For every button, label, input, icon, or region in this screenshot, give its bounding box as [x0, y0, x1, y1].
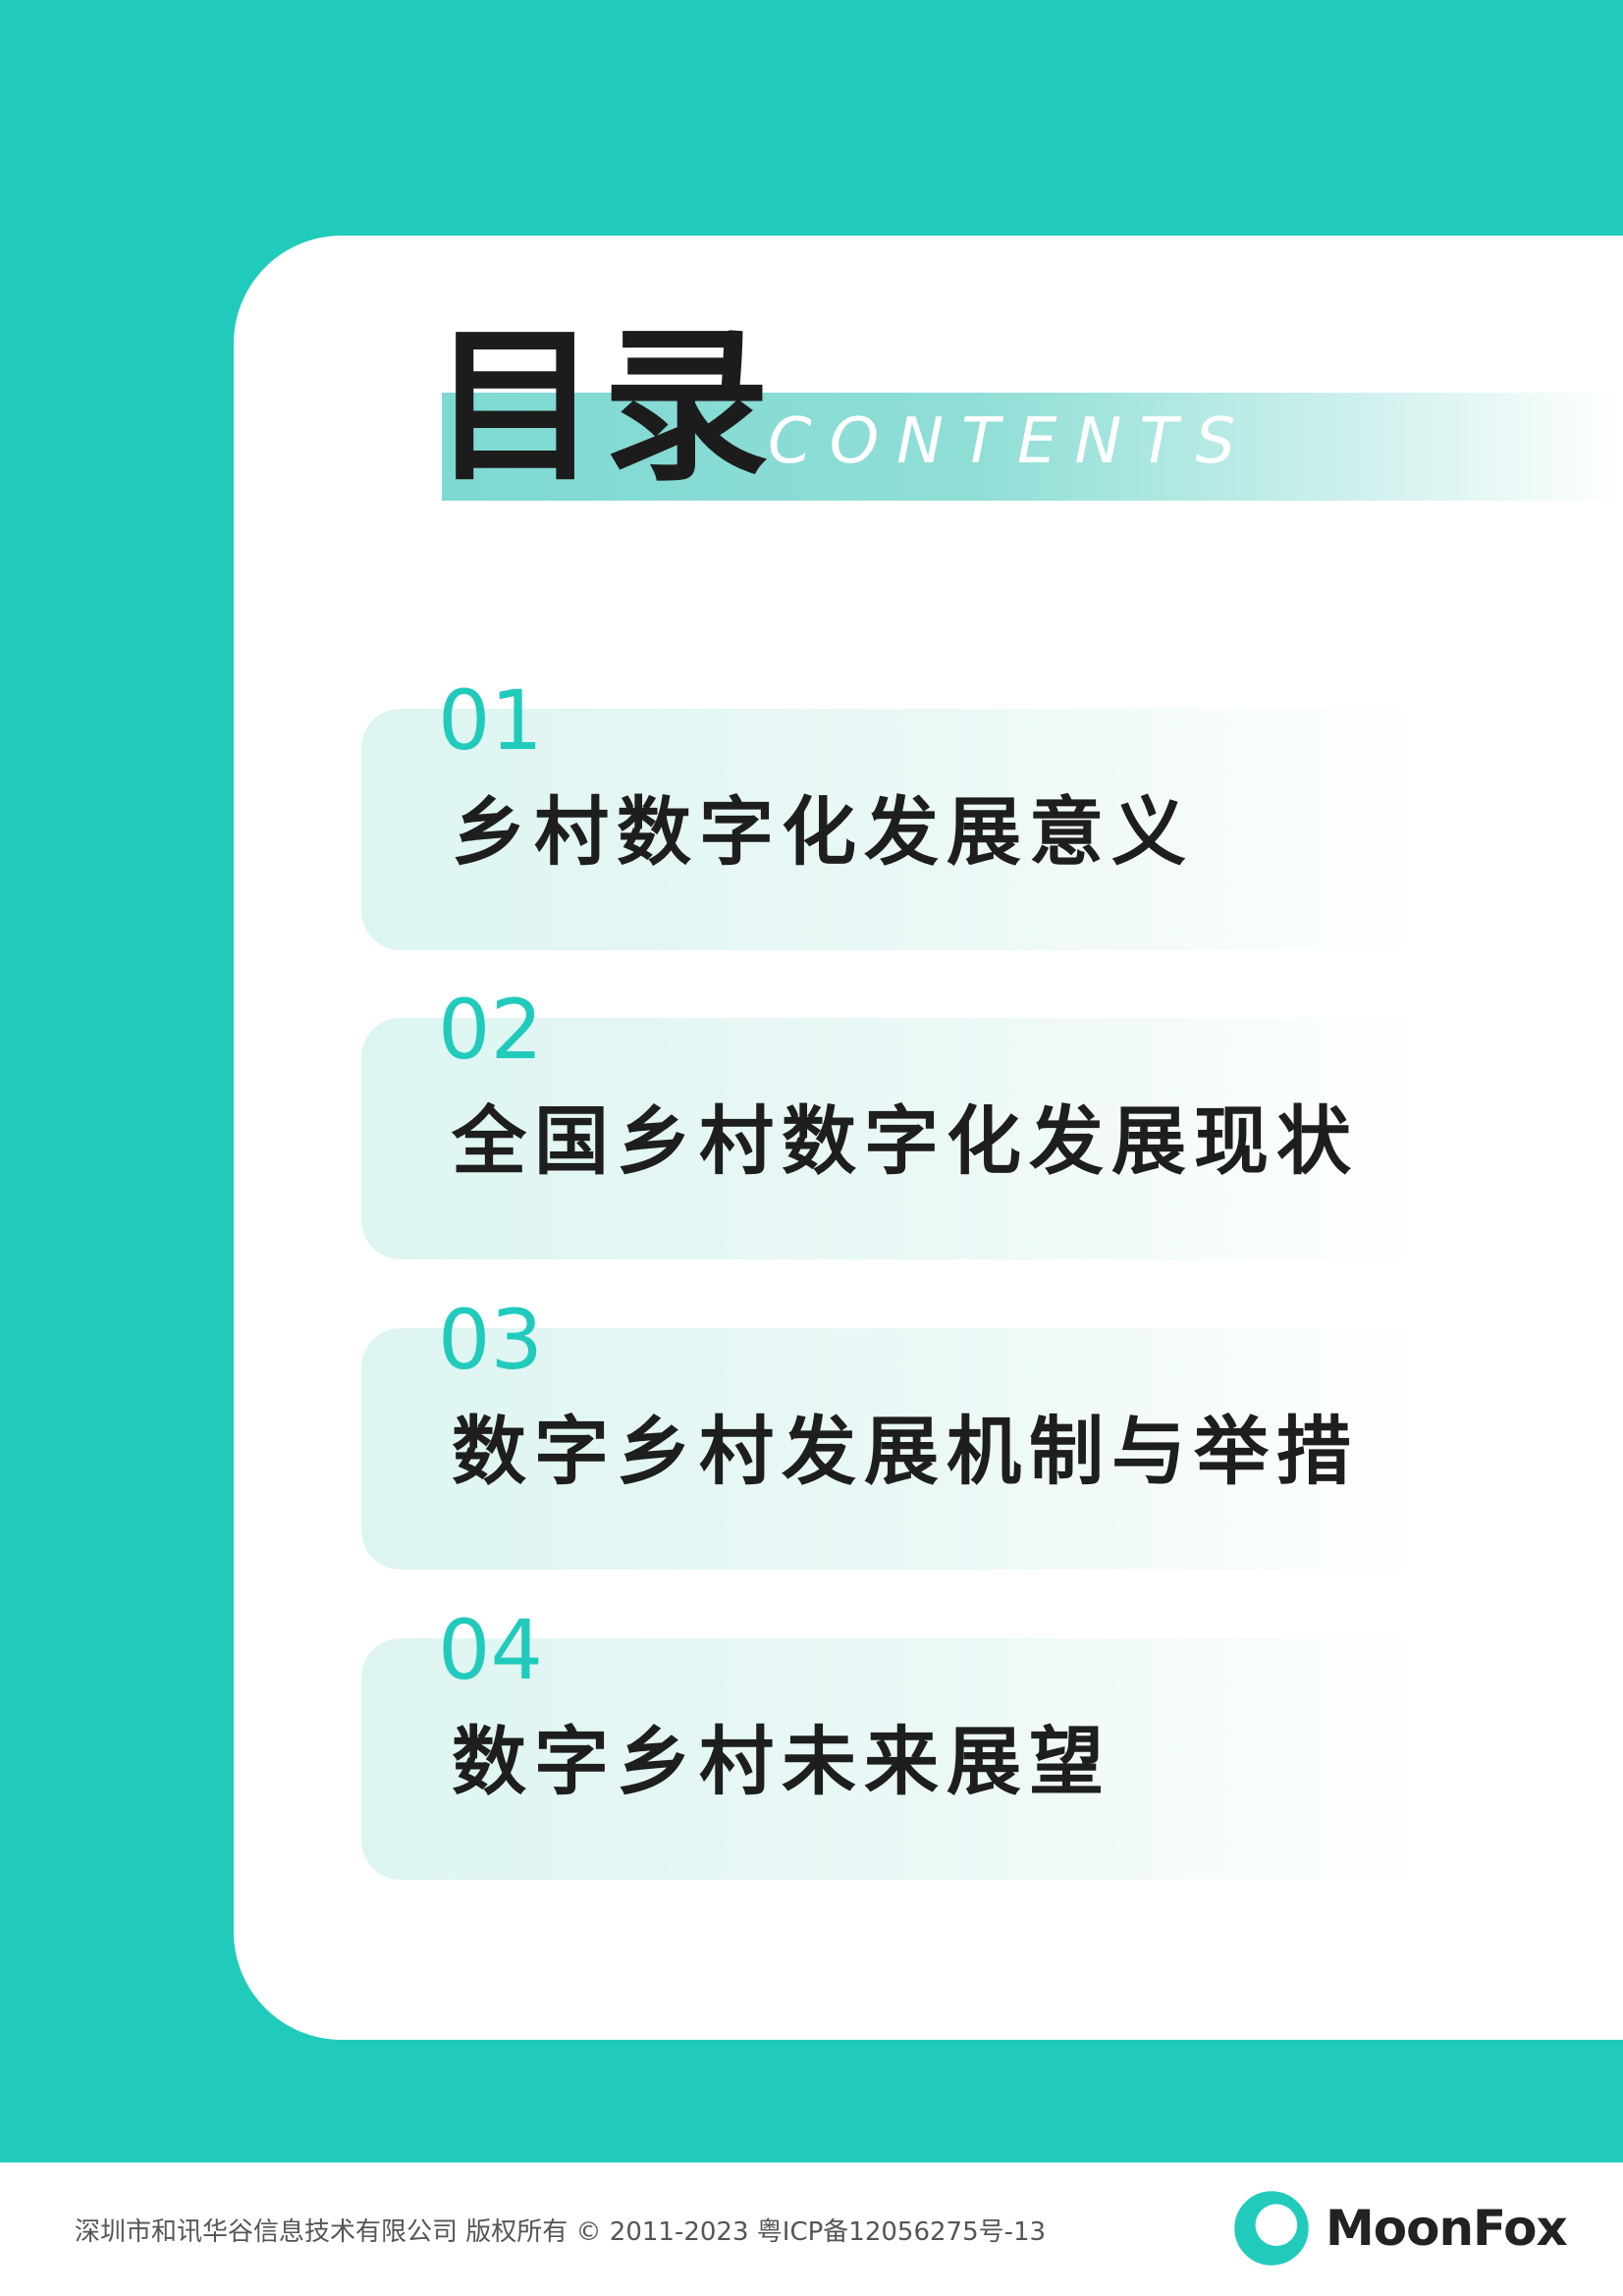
toc-number: 03 — [438, 1292, 543, 1388]
footer: 深圳市和讯华谷信息技术有限公司 版权所有 © 2011-2023 粤ICP备12… — [0, 2163, 1623, 2296]
copyright-text: 深圳市和讯华谷信息技术有限公司 版权所有 © 2011-2023 粤ICP备12… — [75, 2217, 1047, 2247]
toc-title: 全国乡村数字化发展现状 — [452, 1097, 1359, 1185]
brand-name: MoonFox — [1325, 2200, 1568, 2257]
toc-number: 01 — [438, 672, 543, 769]
brand-logo: MoonFox — [1231, 2184, 1568, 2272]
toc-item-1[interactable]: 01 乡村数字化发展意义 — [361, 679, 1623, 950]
moonfox-logo-icon — [1234, 2191, 1309, 2266]
toc-number: 02 — [438, 982, 543, 1078]
toc-item-2[interactable]: 02 全国乡村数字化发展现状 — [361, 988, 1623, 1259]
toc-number: 04 — [438, 1602, 543, 1698]
toc-item-4[interactable]: 04 数字乡村未来展望 — [361, 1609, 1623, 1880]
page-title-english: CONTENTS — [768, 405, 1254, 478]
page-title: 目录 — [432, 310, 775, 505]
toc-item-3[interactable]: 03 数字乡村发展机制与举措 — [361, 1299, 1623, 1570]
toc-title: 数字乡村发展机制与举措 — [452, 1408, 1359, 1495]
toc-title: 乡村数字化发展意义 — [452, 788, 1194, 876]
toc-title: 数字乡村未来展望 — [452, 1718, 1111, 1805]
